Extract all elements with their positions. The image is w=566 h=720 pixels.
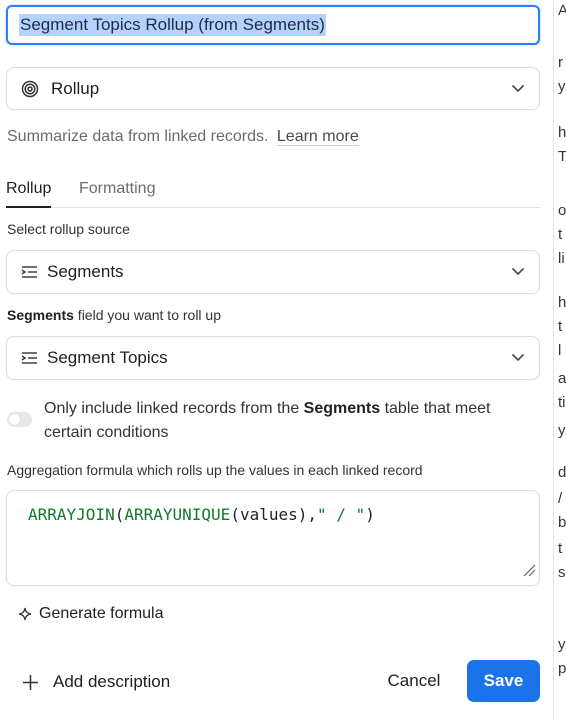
cancel-button[interactable]: Cancel bbox=[378, 660, 450, 702]
rollup-source-select[interactable]: Segments bbox=[6, 250, 540, 294]
rollup-field-label: Segments field you want to roll up bbox=[7, 307, 221, 323]
rollup-field-label-table: Segments bbox=[7, 307, 74, 323]
rollup-field-label-rest: field you want to roll up bbox=[73, 307, 222, 323]
config-tabs: Rollup Formatting bbox=[6, 178, 540, 208]
field-name-selected-text: Segment Topics Rollup (from Segments) bbox=[19, 14, 326, 36]
sparkle-icon bbox=[18, 607, 32, 621]
formula-editor[interactable]: ARRAYJOIN(ARRAYUNIQUE(values)," / ") bbox=[6, 490, 540, 586]
summary-text: Summarize data from linked records. bbox=[7, 128, 269, 145]
background-cell-fragment: b bbox=[558, 514, 566, 531]
background-cell-fragment: t bbox=[558, 540, 563, 557]
generate-formula-label: Generate formula bbox=[39, 605, 164, 622]
background-cell-fragment: t bbox=[558, 226, 563, 243]
learn-more-link[interactable]: Learn more bbox=[276, 128, 359, 146]
background-cell-fragment: ol bbox=[558, 202, 566, 219]
condition-toggle-label: Only include linked records from the Seg… bbox=[44, 397, 524, 445]
background-cell-fragment: li bbox=[558, 250, 565, 267]
formula-fn-arrayunique: ARRAYUNIQUE bbox=[124, 505, 231, 524]
chevron-down-icon bbox=[511, 349, 525, 367]
linked-record-icon bbox=[21, 351, 38, 365]
background-cell-fragment: h bbox=[558, 294, 566, 311]
background-cell-fragment: l bbox=[558, 342, 562, 359]
aggregation-label: Aggregation formula which rolls up the v… bbox=[7, 462, 423, 478]
background-cell-fragment: a bbox=[558, 370, 566, 387]
rollup-field-value: Segment Topics bbox=[47, 348, 168, 367]
background-table-edge: Ary,hToltlihtlatiy,d/btsy,p bbox=[553, 0, 566, 720]
linked-record-icon bbox=[21, 265, 38, 279]
background-cell-fragment: t bbox=[558, 318, 563, 335]
save-button[interactable]: Save bbox=[467, 660, 540, 702]
formula-separator-string: " / " bbox=[317, 505, 366, 524]
tab-formatting[interactable]: Formatting bbox=[79, 180, 155, 208]
formula-paren: ( bbox=[114, 505, 125, 524]
background-cell-fragment: p bbox=[558, 660, 566, 677]
background-cell-fragment: h bbox=[558, 124, 566, 141]
generate-formula-button[interactable]: Generate formula bbox=[18, 603, 164, 625]
add-description-label: Add description bbox=[53, 672, 171, 691]
toggle-knob bbox=[9, 414, 20, 425]
plus-icon bbox=[22, 674, 39, 691]
background-cell-fragment: s bbox=[558, 564, 566, 581]
field-type-description: Summarize data from linked records. Lear… bbox=[7, 128, 359, 146]
field-name-input[interactable]: Segment Topics Rollup (from Segments) bbox=[6, 5, 540, 45]
field-type-label: Rollup bbox=[51, 78, 100, 98]
chevron-down-icon bbox=[511, 80, 525, 98]
background-cell-fragment: A bbox=[558, 2, 566, 19]
rollup-source-value: Segments bbox=[47, 262, 124, 281]
background-cell-fragment: y, bbox=[558, 78, 566, 95]
condition-text-before: Only include linked records from the bbox=[44, 400, 304, 417]
rollup-source-label: Select rollup source bbox=[7, 221, 130, 237]
condition-toggle[interactable] bbox=[7, 412, 32, 427]
condition-text-table: Segments bbox=[303, 400, 381, 417]
background-cell-fragment: y, bbox=[558, 636, 566, 653]
background-cell-fragment: y, bbox=[558, 422, 566, 439]
chevron-down-icon bbox=[511, 263, 525, 281]
add-description-button[interactable]: Add description bbox=[22, 670, 170, 694]
field-editor-panel: Segment Topics Rollup (from Segments) Ro… bbox=[0, 0, 553, 720]
rollup-field-select[interactable]: Segment Topics bbox=[6, 336, 540, 380]
background-cell-fragment: T bbox=[558, 148, 566, 165]
formula-args: (values), bbox=[230, 505, 318, 524]
formula-fn-arrayjoin: ARRAYJOIN bbox=[28, 505, 115, 524]
rollup-spiral-icon bbox=[21, 80, 39, 98]
background-cell-fragment: d bbox=[558, 464, 566, 481]
background-cell-fragment: / bbox=[558, 490, 563, 507]
background-cell-fragment: ti bbox=[558, 394, 566, 411]
formula-code[interactable]: ARRAYJOIN(ARRAYUNIQUE(values)," / ") bbox=[28, 505, 375, 524]
tab-rollup[interactable]: Rollup bbox=[6, 180, 52, 208]
background-cell-fragment: r bbox=[558, 54, 563, 71]
resize-handle-icon[interactable] bbox=[522, 563, 536, 582]
field-type-select[interactable]: Rollup bbox=[6, 67, 540, 110]
formula-close-paren: ) bbox=[365, 505, 375, 524]
